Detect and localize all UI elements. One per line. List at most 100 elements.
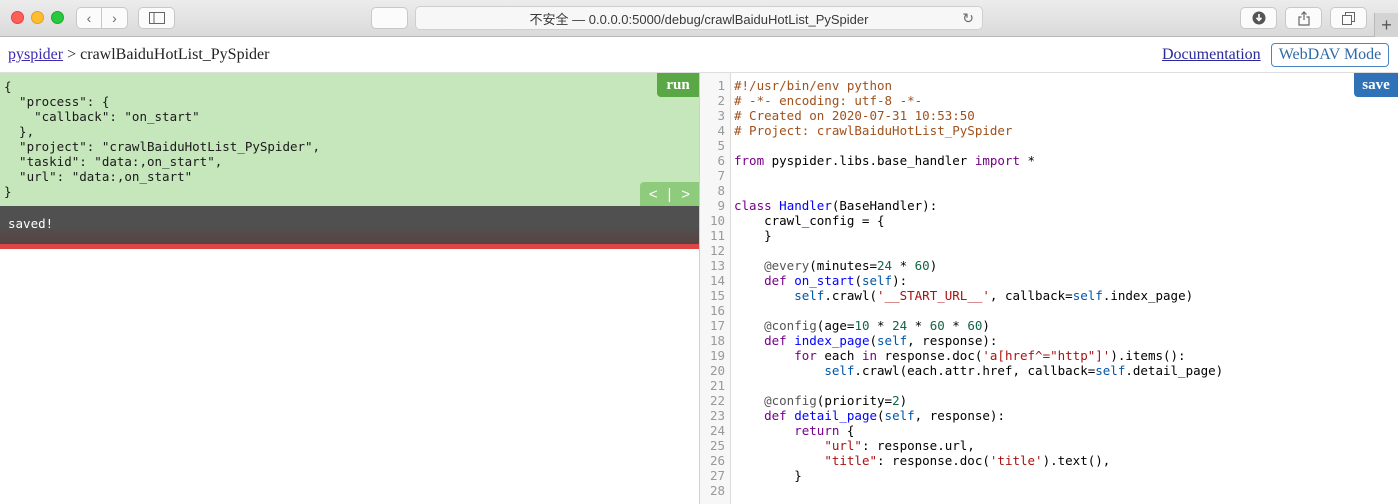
code-text: self.crawl(each.attr.href, callback=self…: [824, 363, 1224, 378]
task-json-line: "taskid": "data:,on_start",: [4, 154, 223, 169]
code-text: #!/usr/bin/env python: [734, 78, 893, 93]
line-number: 3: [717, 108, 725, 123]
code-text: from pyspider.libs.base_handler import *: [734, 153, 1036, 168]
pager-prev-button[interactable]: <: [649, 186, 658, 203]
status-message: saved!: [8, 216, 54, 231]
task-json-line: },: [4, 124, 35, 139]
code-text: class Handler(BaseHandler):: [734, 198, 938, 213]
code-text: for each in response.doc('a[href^="http"…: [794, 348, 1186, 363]
line-number: 28: [709, 483, 725, 498]
code-text: }: [734, 468, 802, 483]
code-line: 26 "title": response.doc('title').text()…: [700, 453, 1398, 468]
code-line: 3 # Created on 2020-07-31 10:53:50: [700, 108, 1398, 123]
code-line: 4 # Project: crawlBaiduHotList_PySpider: [700, 123, 1398, 138]
code-text: # -*- encoding: utf-8 -*-: [734, 93, 923, 108]
run-button[interactable]: run: [657, 73, 699, 97]
code-text: def on_start(self):: [764, 273, 908, 288]
breadcrumb: pyspider > crawlBaiduHotList_PySpider: [8, 46, 269, 64]
close-window-button[interactable]: [11, 11, 24, 24]
task-pager: < | >: [640, 182, 699, 206]
line-number: 23: [709, 408, 725, 423]
line-number: 22: [709, 393, 725, 408]
code-editor[interactable]: 1 #!/usr/bin/env python 2 # -*- encoding: u…: [700, 73, 1398, 504]
line-number: 1: [717, 78, 725, 93]
code-lines: 1 #!/usr/bin/env python 2 # -*- encoding: u…: [700, 78, 1398, 498]
code-line: 2 # -*- encoding: utf-8 -*-: [700, 93, 1398, 108]
address-bar[interactable]: 不安全 — 0.0.0.0:5000/debug/crawlBaiduHotLi…: [415, 6, 983, 30]
share-icon: [1297, 10, 1310, 26]
code-text: "title": response.doc('title').text(),: [824, 453, 1111, 468]
line-number: 16: [709, 303, 725, 318]
code-line: 17 @config(age=10 * 24 * 60 * 60): [700, 318, 1398, 333]
line-number: 17: [709, 318, 725, 333]
code-text: def detail_page(self, response):: [764, 408, 1005, 423]
page-header: pyspider > crawlBaiduHotList_PySpider Do…: [0, 38, 1398, 73]
line-number: 10: [709, 213, 725, 228]
code-line: 10 crawl_config = {: [700, 213, 1398, 228]
url-text: 不安全 — 0.0.0.0:5000/debug/crawlBaiduHotLi…: [529, 11, 869, 27]
code-line: 5: [700, 138, 1398, 153]
zoom-window-button[interactable]: [51, 11, 64, 24]
back-button[interactable]: ‹: [76, 7, 102, 29]
task-json-line: "project": "crawlBaiduHotList_PySpider",: [4, 139, 321, 154]
line-number: 24: [709, 423, 725, 438]
tabs-icon: [1342, 11, 1355, 25]
sidebar-toggle-button[interactable]: [138, 7, 175, 29]
line-number: 20: [709, 363, 725, 378]
code-text: @every(minutes=24 * 60): [764, 258, 938, 273]
breadcrumb-separator: >: [67, 46, 77, 63]
tabs-button[interactable]: [1330, 7, 1367, 29]
browser-toolbar: ‹ › 不安全 — 0.0.0.0:5000/debug/crawlBaiduH…: [0, 0, 1398, 37]
line-number: 2: [717, 93, 725, 108]
code-text: @config(age=10 * 24 * 60 * 60): [764, 318, 990, 333]
line-number: 21: [709, 378, 725, 393]
line-number: 19: [709, 348, 725, 363]
chevron-left-icon: ‹: [86, 10, 92, 26]
plus-icon: +: [1381, 14, 1392, 35]
sidebar-icon: [148, 12, 165, 24]
line-number: 25: [709, 438, 725, 453]
line-number: 6: [717, 153, 725, 168]
new-tab-button[interactable]: +: [1374, 13, 1398, 37]
code-text: def index_page(self, response):: [764, 333, 998, 348]
line-number: 27: [709, 468, 725, 483]
code-line: 27 }: [700, 468, 1398, 483]
code-text: "url": response.url,: [824, 438, 975, 453]
code-line: 21: [700, 378, 1398, 393]
forward-button[interactable]: ›: [102, 7, 128, 29]
code-line: 12: [700, 243, 1398, 258]
line-number: 26: [709, 453, 725, 468]
line-number: 5: [717, 138, 725, 153]
breadcrumb-root-link[interactable]: pyspider: [8, 46, 63, 63]
line-number: 4: [717, 123, 725, 138]
line-number: 12: [709, 243, 725, 258]
share-button[interactable]: [1285, 7, 1322, 29]
task-json-line: }: [4, 184, 12, 199]
code-line: 9 class Handler(BaseHandler):: [700, 198, 1398, 213]
task-json-editor[interactable]: { "process": { "callback": "on_start" },…: [0, 73, 699, 206]
code-line: 24 return {: [700, 423, 1398, 438]
webdav-mode-button[interactable]: WebDAV Mode: [1271, 43, 1389, 67]
code-line: 16: [700, 303, 1398, 318]
line-number: 8: [717, 183, 725, 198]
code-line: 7: [700, 168, 1398, 183]
pager-next-button[interactable]: >: [681, 186, 690, 203]
line-number: 15: [709, 288, 725, 303]
code-line: 23 def detail_page(self, response):: [700, 408, 1398, 423]
code-line: 20 self.crawl(each.attr.href, callback=s…: [700, 363, 1398, 378]
save-button[interactable]: save: [1354, 73, 1398, 97]
code-line: 6 from pyspider.libs.base_handler import …: [700, 153, 1398, 168]
code-line: 11 }: [700, 228, 1398, 243]
code-line: 28: [700, 483, 1398, 498]
code-line: 13 @every(minutes=24 * 60): [700, 258, 1398, 273]
tab-overview-left-button[interactable]: [371, 7, 408, 29]
minimize-window-button[interactable]: [31, 11, 44, 24]
pager-separator: |: [667, 185, 672, 203]
line-number: 11: [709, 228, 725, 243]
status-message-bar: saved!: [0, 206, 699, 249]
downloads-button[interactable]: [1240, 7, 1277, 29]
project-name: crawlBaiduHotList_PySpider: [80, 46, 270, 63]
line-number: 7: [717, 168, 725, 183]
documentation-link[interactable]: Documentation: [1162, 46, 1261, 64]
reload-icon[interactable]: ↻: [962, 10, 974, 27]
